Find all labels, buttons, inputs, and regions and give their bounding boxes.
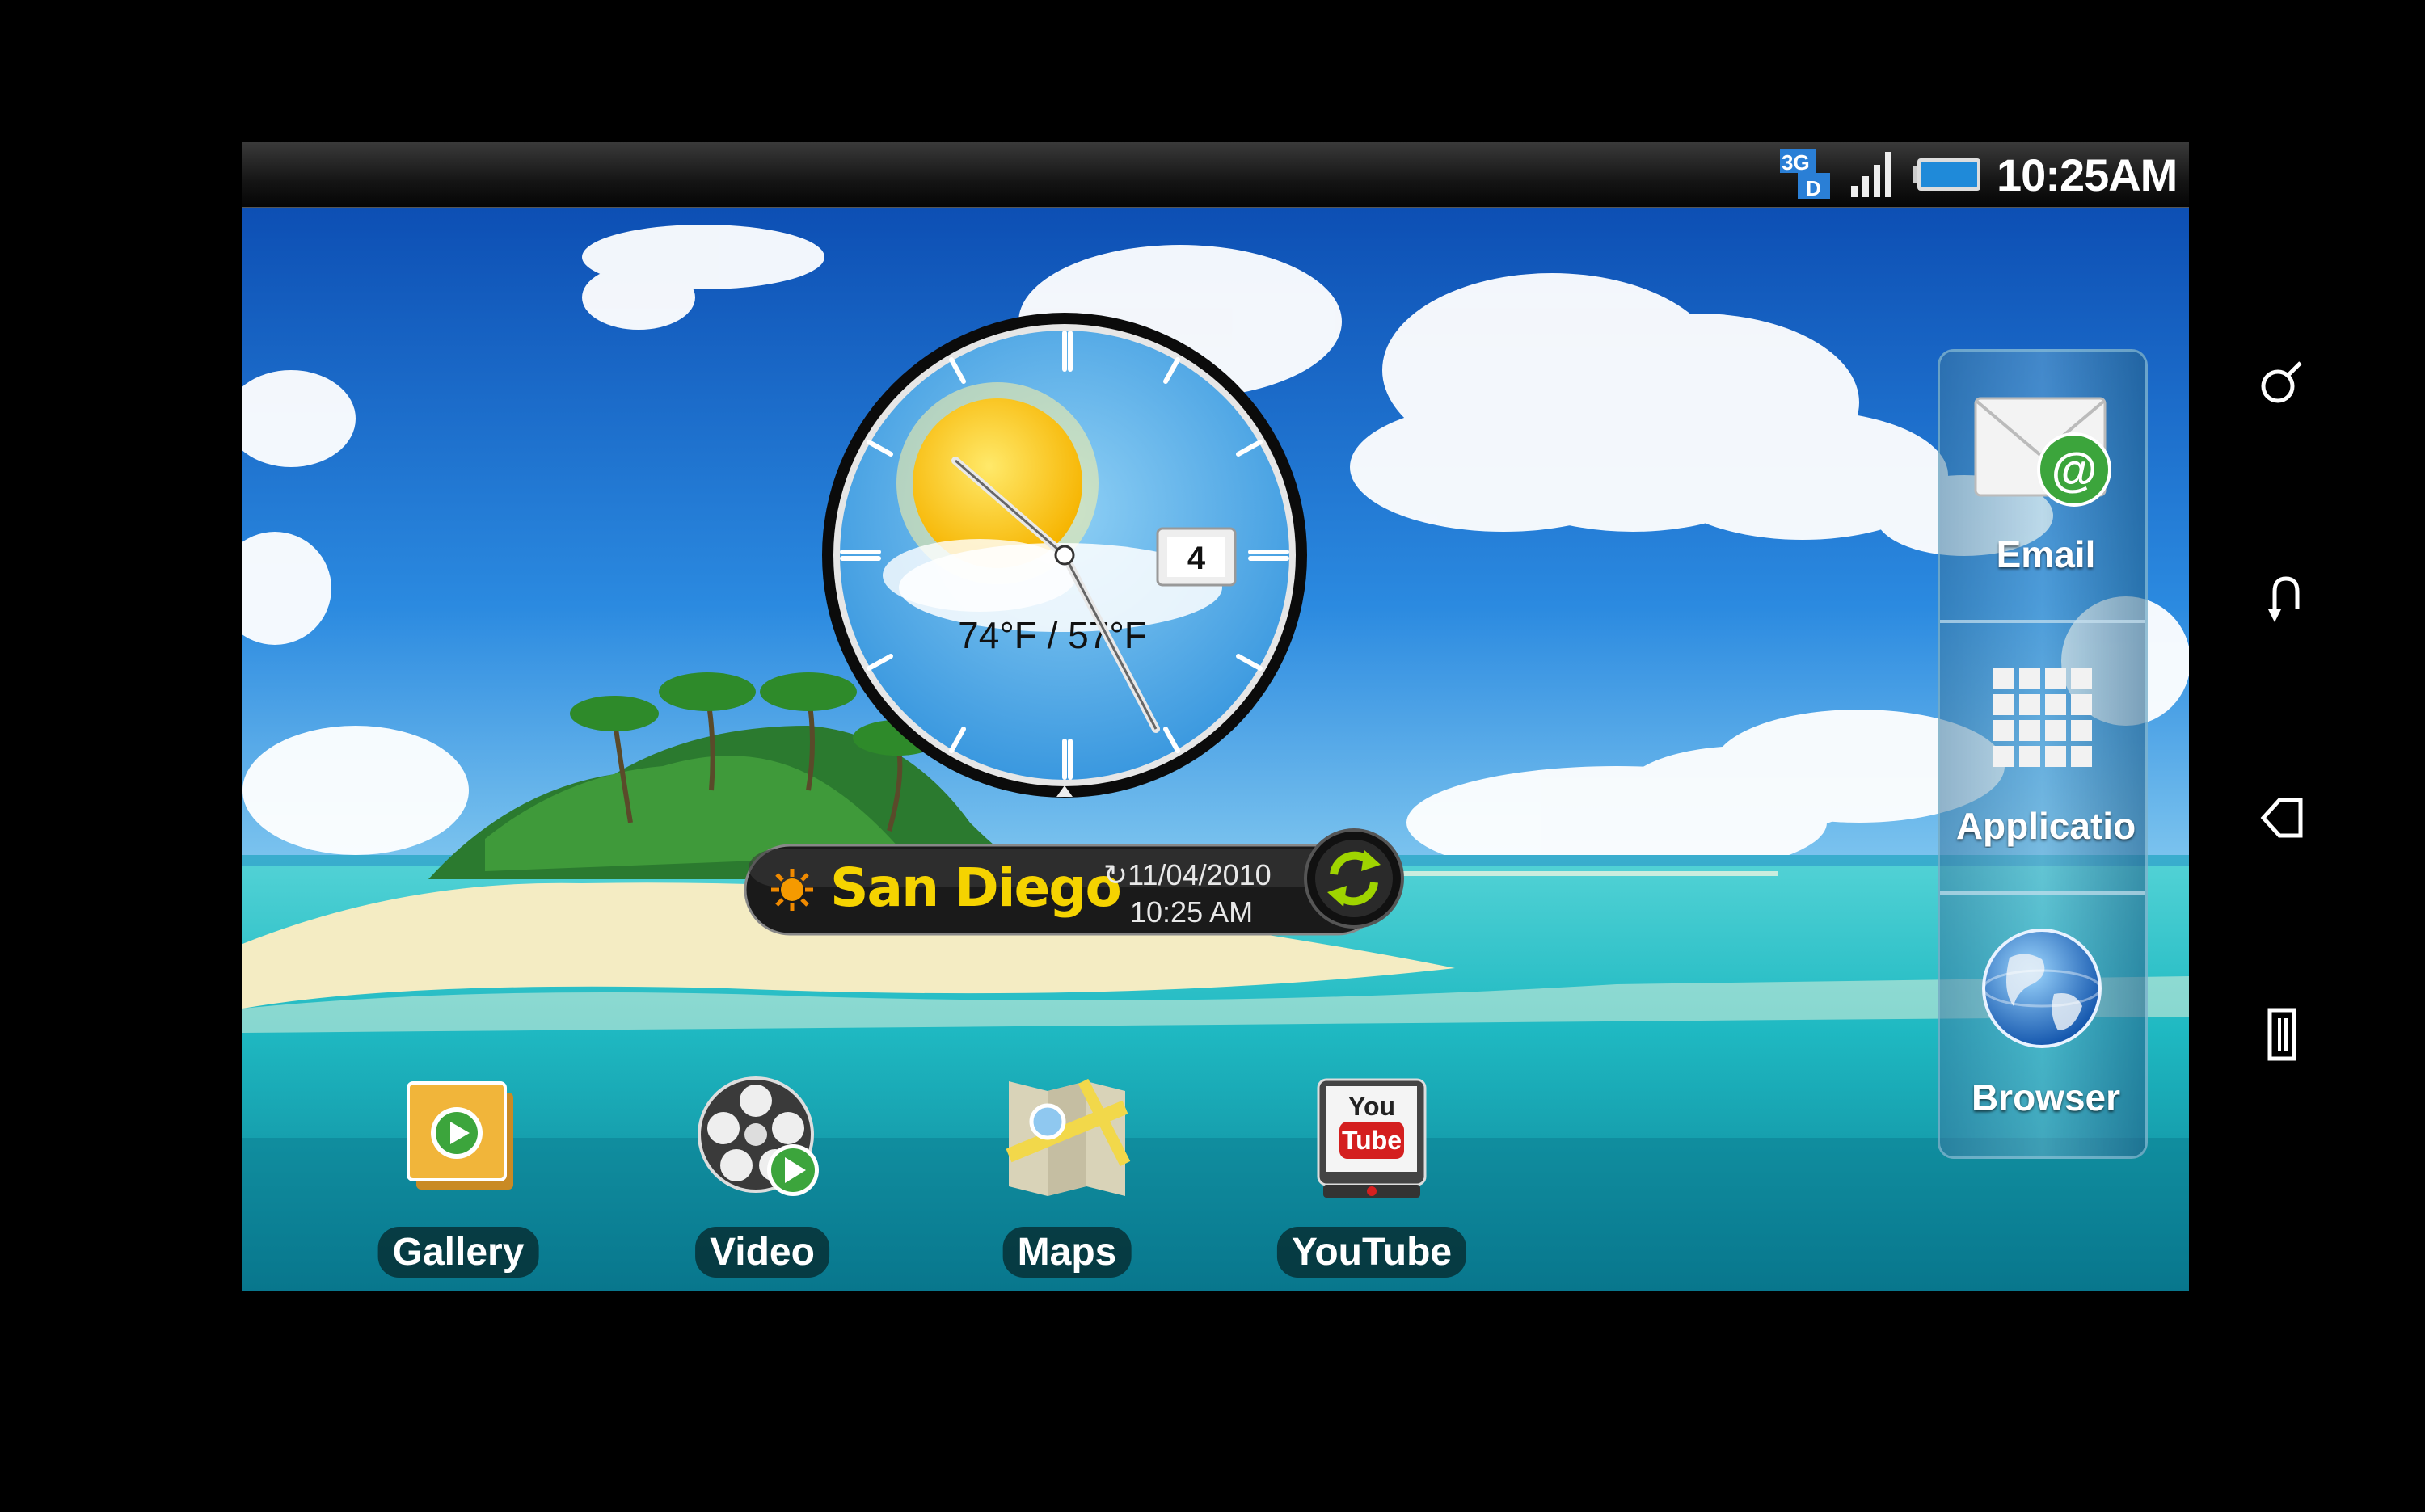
weather-time: 10:25 AM xyxy=(1130,895,1254,929)
email-icon: @ xyxy=(1974,397,2111,507)
weather-city: San Diego xyxy=(830,857,1122,919)
launcher-applications[interactable]: Applicatio xyxy=(1940,623,2145,890)
network-badge-text: 3G xyxy=(1782,150,1810,175)
svg-text:Tube: Tube xyxy=(1342,1126,1402,1155)
launcher-browser[interactable]: Browser xyxy=(1940,895,2145,1156)
home-icon[interactable] xyxy=(2250,785,2315,850)
weather-date-text: 11/04/2010 xyxy=(1128,858,1272,891)
clock-date-day: 4 xyxy=(1187,541,1206,576)
battery-icon xyxy=(1913,158,1980,191)
network-sub-text: D xyxy=(1806,176,1821,200)
app-label-gallery: Gallery xyxy=(377,1227,539,1278)
launcher-panel: @ Email Applicatio Browser xyxy=(1938,349,2148,1159)
signal-bars-icon xyxy=(1851,152,1892,197)
globe-icon xyxy=(1982,929,2102,1048)
app-maps[interactable]: Maps xyxy=(970,1075,1164,1291)
tablet-screen: 3G D 10:25AM 4 74°F / 57°F San Diego ↻11… xyxy=(242,142,2189,1291)
app-label-youtube: YouTube xyxy=(1276,1227,1467,1278)
svg-text:You: You xyxy=(1348,1092,1395,1121)
analog-clock-widget[interactable]: 4 74°F / 57°F xyxy=(818,309,1311,802)
status-bar: 3G D 10:25AM xyxy=(242,142,2189,208)
maps-icon xyxy=(1006,1078,1131,1196)
launcher-label-browser: Browser xyxy=(1971,1076,2121,1118)
youtube-icon: You Tube xyxy=(1317,1078,1427,1198)
launcher-email[interactable]: @ Email xyxy=(1940,352,2145,618)
weather-date: ↻11/04/2010 xyxy=(1103,858,1272,891)
sunny-weather-icon xyxy=(771,869,813,911)
applications-grid-icon xyxy=(1993,668,2092,767)
menu-icon[interactable] xyxy=(2250,1002,2315,1067)
status-time: 10:25AM xyxy=(1997,150,2178,200)
search-icon[interactable] xyxy=(2250,349,2315,414)
launcher-label-applications: Applicatio xyxy=(1955,805,2136,847)
video-icon xyxy=(698,1076,819,1196)
app-video[interactable]: Video xyxy=(665,1075,859,1291)
back-icon[interactable] xyxy=(2250,566,2315,630)
app-label-maps: Maps xyxy=(1002,1227,1132,1278)
refresh-icon[interactable] xyxy=(1301,826,1406,931)
svg-text:@: @ xyxy=(2052,444,2098,496)
network-3g-icon: 3G D xyxy=(1780,149,1830,200)
app-gallery[interactable]: Gallery xyxy=(361,1075,555,1291)
gallery-icon xyxy=(407,1081,513,1190)
launcher-label-email: Email xyxy=(1996,533,2096,575)
app-youtube[interactable]: You Tube YouTube xyxy=(1275,1075,1469,1291)
app-label-video: Video xyxy=(695,1227,829,1278)
